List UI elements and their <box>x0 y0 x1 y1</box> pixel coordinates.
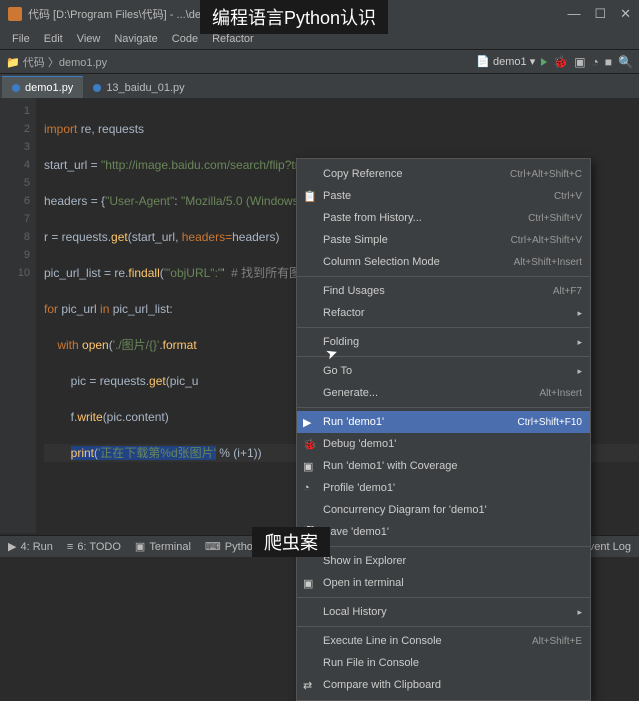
ctx-profile-demo1-[interactable]: ◔ Profile 'demo1' <box>297 477 590 499</box>
ctx-label: Paste Simple <box>323 234 388 246</box>
close-button[interactable]: ✕ <box>620 6 631 22</box>
ctx-paste-from-history-[interactable]: Paste from History... Ctrl+Shift+V <box>297 207 590 229</box>
ctx-open-in-terminal[interactable]: ▣ Open in terminal <box>297 572 590 594</box>
profile-icon: ◔ <box>303 482 316 495</box>
menu-edit[interactable]: Edit <box>38 31 69 47</box>
ctx-go-to[interactable]: Go To ▸ <box>297 360 590 382</box>
coverage-icon: ▣ <box>303 460 316 473</box>
submenu-arrow-icon: ▸ <box>577 308 582 319</box>
ctx-folding[interactable]: Folding▸ <box>297 331 590 353</box>
debug-icon: 🐞 <box>303 438 316 451</box>
ctx-label: Open in terminal <box>323 577 404 589</box>
ctx-label: Concurrency Diagram for 'demo1' <box>323 504 487 516</box>
ctx-run-demo1-[interactable]: ▶ Run 'demo1' Ctrl+Shift+F10 <box>297 411 590 433</box>
minimize-button[interactable]: — <box>567 6 580 22</box>
ctx-label: Profile 'demo1' <box>323 482 395 494</box>
ctx-save-demo1-[interactable]: 💾Save 'demo1' <box>297 521 590 543</box>
ctx-execute-line-in-console[interactable]: Execute Line in Console Alt+Shift+E <box>297 630 590 652</box>
app-icon <box>8 7 22 21</box>
ctx-debug-demo1-[interactable]: 🐞 Debug 'demo1' <box>297 433 590 455</box>
menu-file[interactable]: File <box>6 31 36 47</box>
shortcut: Ctrl+Alt+Shift+V <box>511 235 582 246</box>
diff-icon: ⇄ <box>303 679 316 692</box>
term-icon: ▣ <box>303 577 316 590</box>
ctx-compare-with-clipboard[interactable]: ⇄ Compare with Clipboard <box>297 674 590 696</box>
ctx-label: Save 'demo1' <box>323 526 389 538</box>
tab-demo1[interactable]: demo1.py <box>2 76 83 98</box>
ctx-label: Column Selection Mode <box>323 256 440 268</box>
shortcut: Ctrl+Alt+Shift+C <box>510 169 582 180</box>
breadcrumb-root[interactable]: 📁 代码 〉demo1.py <box>6 54 107 70</box>
ctx-label: Execute Line in Console <box>323 635 442 647</box>
python-file-icon <box>12 84 20 92</box>
ctx-refactor[interactable]: Refactor ▸ <box>297 302 590 324</box>
run-icon[interactable] <box>541 58 547 66</box>
ctx-column-selection-mode[interactable]: Column Selection Mode Alt+Shift+Insert <box>297 251 590 273</box>
ctx-run-demo1-with-coverage[interactable]: ▣ Run 'demo1' with Coverage <box>297 455 590 477</box>
ctx-run-file-in-console[interactable]: Run File in Console <box>297 652 590 674</box>
ctx-label: Debug 'demo1' <box>323 438 396 450</box>
tab-baidu[interactable]: 13_baidu_01.py <box>83 76 194 98</box>
nav-bar: 📁 代码 〉demo1.py 📄 demo1 ▾ 🐞 ▣ ◔ ■ 🔍 <box>0 50 639 74</box>
ctx-find-usages[interactable]: Find Usages Alt+F7 <box>297 280 590 302</box>
ctx-local-history[interactable]: Local History ▸ <box>297 601 590 623</box>
ctx-label: Find Usages <box>323 285 385 297</box>
tool-run[interactable]: ▶ 4: Run <box>8 540 53 553</box>
ctx-label: Paste <box>323 190 351 202</box>
python-file-icon <box>93 84 101 92</box>
gutter: 12345678910 <box>0 98 36 533</box>
ctx-paste-simple[interactable]: Paste Simple Ctrl+Alt+Shift+V <box>297 229 590 251</box>
paste-icon: 📋 <box>303 190 316 203</box>
tool-todo[interactable]: ≡ 6: TODO <box>67 541 121 553</box>
submenu-arrow-icon: ▸ <box>577 607 582 618</box>
editor-tabs: demo1.py 13_baidu_01.py <box>0 74 639 98</box>
menu-view[interactable]: View <box>71 31 107 47</box>
ctx-copy-reference[interactable]: Copy Reference Ctrl+Alt+Shift+C <box>297 163 590 185</box>
shortcut: Alt+Shift+Insert <box>514 257 582 268</box>
maximize-button[interactable]: ☐ <box>594 6 606 22</box>
ctx-label: Copy Reference <box>323 168 403 180</box>
ctx-label: Local History <box>323 606 387 618</box>
tool-terminal[interactable]: ▣ Terminal <box>135 540 191 553</box>
submenu-arrow-icon: ▸ <box>577 366 582 377</box>
context-menu: Copy Reference Ctrl+Alt+Shift+C 📋 Paste Ctrl… <box>296 158 591 701</box>
ctx-generate-[interactable]: Generate... Alt+Insert <box>297 382 590 404</box>
ctx-label: Run 'demo1' with Coverage <box>323 460 457 472</box>
shortcut: Ctrl+Shift+F10 <box>518 417 582 428</box>
ctx-label: Compare with Clipboard <box>323 679 441 691</box>
caption-overlay-top: 编程语言Python认识 <box>200 0 388 34</box>
shortcut: Alt+Insert <box>539 388 582 399</box>
shortcut: Alt+Shift+E <box>532 636 582 647</box>
menu-navigate[interactable]: Navigate <box>108 31 163 47</box>
ctx-paste[interactable]: 📋 Paste Ctrl+V <box>297 185 590 207</box>
ctx-label: Generate... <box>323 387 378 399</box>
search-icon[interactable]: 🔍 <box>618 55 633 69</box>
stop-icon[interactable]: ■ <box>605 55 612 69</box>
menu-code[interactable]: Code <box>166 31 204 47</box>
ctx-label: Run File in Console <box>323 657 419 669</box>
run-icon: ▶ <box>303 416 316 429</box>
shortcut: Ctrl+Shift+V <box>528 213 582 224</box>
submenu-arrow-icon: ▸ <box>577 337 582 348</box>
coverage-icon[interactable]: ▣ <box>574 55 585 69</box>
shortcut: Ctrl+V <box>554 191 582 202</box>
debug-icon[interactable]: 🐞 <box>553 55 568 69</box>
ctx-label: Refactor <box>323 307 365 319</box>
ctx-concurrency-diagram-for-demo1-[interactable]: Concurrency Diagram for 'demo1' <box>297 499 590 521</box>
profile-icon[interactable]: ◔ <box>592 55 599 69</box>
ctx-label: Run 'demo1' <box>323 416 384 428</box>
ctx-label: Go To <box>323 365 352 377</box>
caption-overlay-bottom: 爬虫案 <box>252 527 330 557</box>
shortcut: Alt+F7 <box>553 286 582 297</box>
ctx-show-in-explorer[interactable]: Show in Explorer <box>297 550 590 572</box>
run-config-selector[interactable]: 📄 demo1 ▾ 🐞 ▣ ◔ ■ 🔍 <box>476 55 633 69</box>
ctx-label: Paste from History... <box>323 212 422 224</box>
